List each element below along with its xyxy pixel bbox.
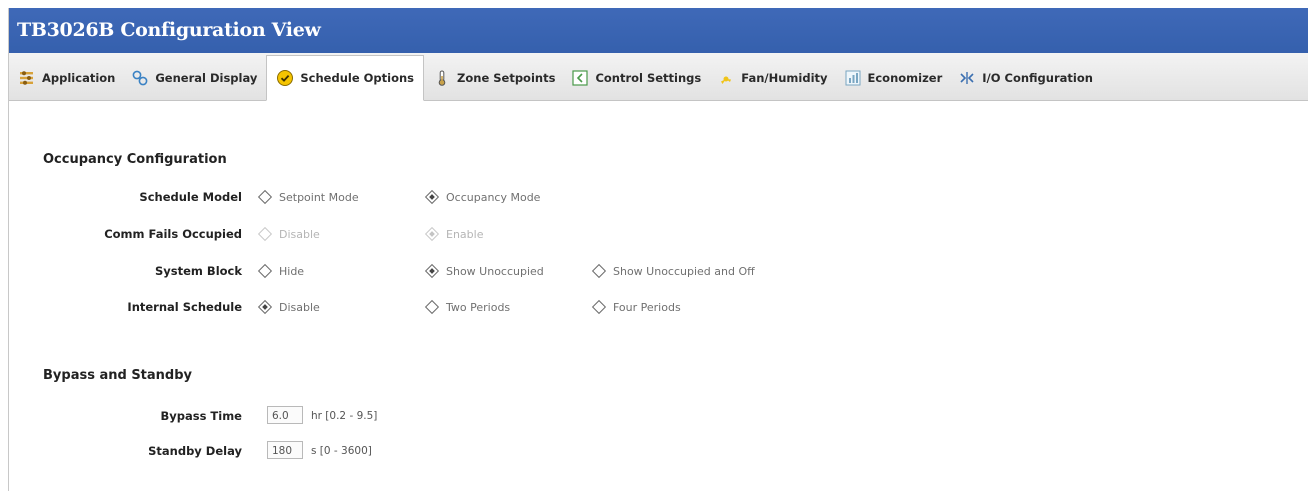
fan-icon — [717, 69, 735, 87]
radio-indicator — [424, 299, 440, 315]
bypass-time-unit: hr [0.2 - 9.5] — [311, 410, 378, 422]
internal-schedule-row: Internal Schedule Disable Two Periods Fo… — [9, 297, 1209, 317]
tab-bar: Application General Display Schedule Opt… — [9, 53, 1308, 101]
radio-indicator — [424, 189, 440, 205]
two-periods-radio[interactable]: Two Periods — [424, 297, 511, 317]
economizer-icon — [844, 69, 862, 87]
radio-indicator — [591, 263, 607, 279]
radio-label: Show Unoccupied — [446, 264, 544, 278]
tab-io-configuration[interactable]: I/O Configuration — [951, 56, 1100, 100]
io-config-icon — [958, 69, 976, 87]
tab-control-settings[interactable]: Control Settings — [564, 56, 708, 100]
standby-delay-input[interactable]: 180 — [267, 441, 303, 459]
control-settings-icon — [571, 69, 589, 87]
radio-indicator — [424, 263, 440, 279]
radio-indicator — [257, 299, 273, 315]
radio-indicator — [257, 226, 273, 242]
standby-delay-row: Standby Delay 180 s [0 - 3600] — [9, 441, 609, 461]
radio-label: Setpoint Mode — [279, 190, 359, 204]
tab-label: I/O Configuration — [982, 71, 1093, 85]
tab-zone-setpoints[interactable]: Zone Setpoints — [426, 56, 562, 100]
comm-fails-disable-radio[interactable]: Disable — [257, 224, 320, 244]
setpoint-mode-radio[interactable]: Setpoint Mode — [257, 187, 359, 207]
show-unoccupied-and-off-radio[interactable]: Show Unoccupied and Off — [591, 261, 755, 281]
radio-indicator — [257, 189, 273, 205]
bypass-time-row: Bypass Time 6.0 hr [0.2 - 9.5] — [9, 406, 609, 426]
radio-label: Two Periods — [446, 300, 511, 314]
internal-schedule-disable-radio[interactable]: Disable — [257, 297, 320, 317]
bypass-time-label: Bypass Time — [160, 409, 242, 423]
internal-schedule-label: Internal Schedule — [127, 300, 242, 314]
radio-label: Show Unoccupied and Off — [613, 264, 755, 278]
comm-fails-occupied-row: Comm Fails Occupied Disable Enable — [9, 224, 1209, 244]
application-icon — [18, 69, 36, 87]
tab-label: Control Settings — [595, 71, 702, 85]
tab-label: Fan/Humidity — [741, 71, 828, 85]
radio-indicator — [591, 299, 607, 315]
standby-delay-label: Standby Delay — [148, 444, 242, 458]
schedule-model-row: Schedule Model Setpoint Mode Occupancy M… — [9, 187, 1209, 207]
radio-indicator — [257, 263, 273, 279]
tab-label: Economizer — [867, 71, 943, 85]
system-block-hide-radio[interactable]: Hide — [257, 261, 305, 281]
radio-label: Disable — [279, 300, 320, 314]
schedule-icon — [276, 69, 294, 87]
comm-fails-enable-radio[interactable]: Enable — [424, 224, 484, 244]
tab-label: Application — [42, 71, 116, 85]
comm-fails-occupied-label: Comm Fails Occupied — [104, 227, 242, 241]
bypass-time-input[interactable]: 6.0 — [267, 406, 303, 424]
configuration-window: TB3026B Configuration View Application G… — [8, 8, 1308, 491]
system-block-row: System Block Hide Show Unoccupied Show U… — [9, 261, 1209, 281]
display-icon — [131, 69, 149, 87]
bypass-section-title: Bypass and Standby — [43, 368, 193, 383]
tab-schedule-options[interactable]: Schedule Options — [266, 55, 425, 101]
occupancy-section-title: Occupancy Configuration — [43, 152, 227, 167]
tab-label: General Display — [155, 71, 258, 85]
tab-label: Schedule Options — [300, 71, 415, 85]
radio-label: Hide — [279, 264, 305, 278]
tab-label: Zone Setpoints — [457, 71, 556, 85]
tab-general-display[interactable]: General Display — [124, 56, 264, 100]
schedule-options-panel: Occupancy Configuration Schedule Model S… — [9, 101, 1308, 491]
window-title: TB3026B Configuration View — [9, 8, 1308, 53]
tab-fan-humidity[interactable]: Fan/Humidity — [710, 56, 834, 100]
tab-economizer[interactable]: Economizer — [837, 56, 950, 100]
radio-label: Occupancy Mode — [446, 190, 541, 204]
standby-delay-unit: s [0 - 3600] — [311, 445, 372, 457]
radio-label: Four Periods — [613, 300, 681, 314]
system-block-label: System Block — [155, 264, 242, 278]
schedule-model-label: Schedule Model — [139, 190, 242, 204]
tab-application[interactable]: Application — [11, 56, 122, 100]
thermometer-icon — [433, 69, 451, 87]
occupancy-mode-radio[interactable]: Occupancy Mode — [424, 187, 541, 207]
radio-label: Disable — [279, 227, 320, 241]
four-periods-radio[interactable]: Four Periods — [591, 297, 681, 317]
show-unoccupied-radio[interactable]: Show Unoccupied — [424, 261, 544, 281]
radio-indicator — [424, 226, 440, 242]
radio-label: Enable — [446, 227, 484, 241]
